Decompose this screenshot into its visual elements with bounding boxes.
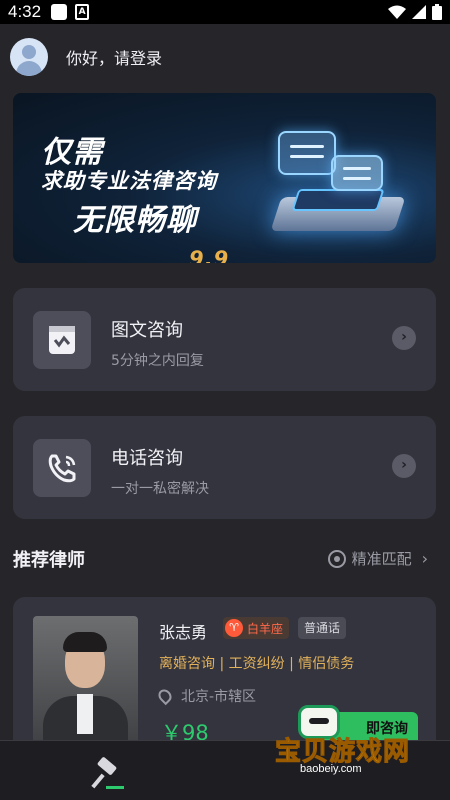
section-title-recommended-lawyers: 推荐律师 <box>13 550 85 571</box>
precise-match-label[interactable]: 精准匹配 <box>352 548 412 569</box>
gavel-icon[interactable] <box>91 756 126 789</box>
login-header[interactable]: 你好，请登录 <box>10 38 162 76</box>
signal-icon <box>412 5 426 19</box>
notification-icon <box>51 4 68 20</box>
location-pin-icon <box>155 686 175 706</box>
chevron-right-icon[interactable]: › <box>392 454 416 478</box>
banner-subline: 求助专业法律咨询 <box>41 169 217 193</box>
card-subtitle: 一对一私密解决 <box>111 481 209 497</box>
app-notification-icon: A <box>75 4 90 20</box>
chevron-right-icon: › <box>421 549 428 568</box>
watermark-url: baobeiy.com <box>300 763 362 775</box>
status-time: 4:32 <box>8 2 42 21</box>
site-watermark: 宝贝游戏网 baobeiy.com <box>270 705 445 785</box>
language-badge: 普通话 <box>298 617 347 639</box>
lawyer-specialties: 离婚咨询 | 工资纠纷 | 情侣债务 <box>159 656 355 672</box>
battery-icon <box>432 4 442 20</box>
lawyer-location: 北京-市辖区 <box>155 686 256 706</box>
aries-icon: ♈ <box>225 619 243 637</box>
card-subtitle: 5分钟之内回复 <box>111 353 204 369</box>
text-consult-card[interactable]: 图文咨询 5分钟之内回复 › <box>13 288 436 391</box>
lawyer-name: 张志勇 <box>159 623 208 642</box>
banner-tagline: 无限畅聊 <box>73 203 197 238</box>
phone-consult-card[interactable]: 电话咨询 一对一私密解决 › <box>13 416 436 519</box>
status-icons <box>388 4 442 20</box>
avatar[interactable] <box>10 38 48 76</box>
login-prompt[interactable]: 你好，请登录 <box>66 45 162 69</box>
card-title: 电话咨询 <box>111 448 183 469</box>
document-chat-icon <box>33 311 91 369</box>
status-bar: 4:32 A <box>0 0 450 24</box>
zodiac-badge: ♈ 白羊座 <box>223 617 290 639</box>
card-title: 图文咨询 <box>111 320 183 341</box>
chevron-right-icon[interactable]: › <box>392 326 416 350</box>
lawyer-photo <box>33 616 138 756</box>
target-icon <box>327 549 346 568</box>
banner-price: 9.9元 <box>189 247 230 263</box>
phone-icon <box>33 439 91 497</box>
wifi-icon <box>388 5 406 19</box>
promo-banner[interactable]: 仅需9.9元 求助专业法律咨询 无限畅聊 <box>13 93 436 263</box>
precise-match-link[interactable]: 精准匹配 › <box>327 548 428 569</box>
